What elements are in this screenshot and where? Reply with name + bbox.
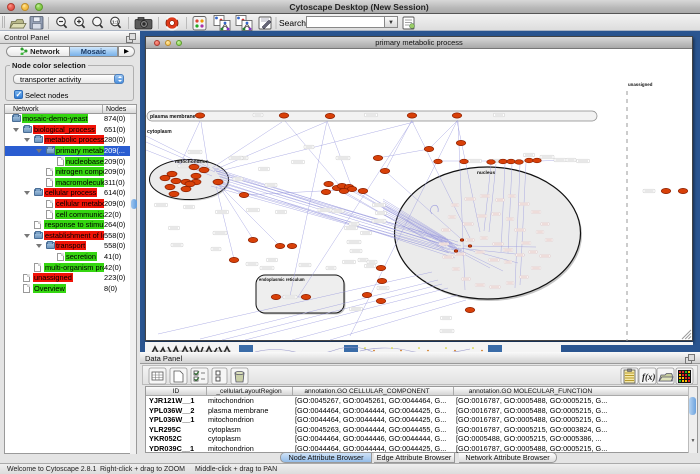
svg-text:plasma membrane: plasma membrane <box>150 114 196 120</box>
svg-text:f(x): f(x) <box>642 372 656 382</box>
svg-text:nucleus: nucleus <box>477 170 495 176</box>
svg-text:endoplasmic reticulum: endoplasmic reticulum <box>259 277 305 282</box>
svg-text:cytoplasm: cytoplasm <box>147 129 172 135</box>
svg-text:unassigned: unassigned <box>628 82 653 87</box>
svg-text:1:1: 1:1 <box>112 20 119 25</box>
